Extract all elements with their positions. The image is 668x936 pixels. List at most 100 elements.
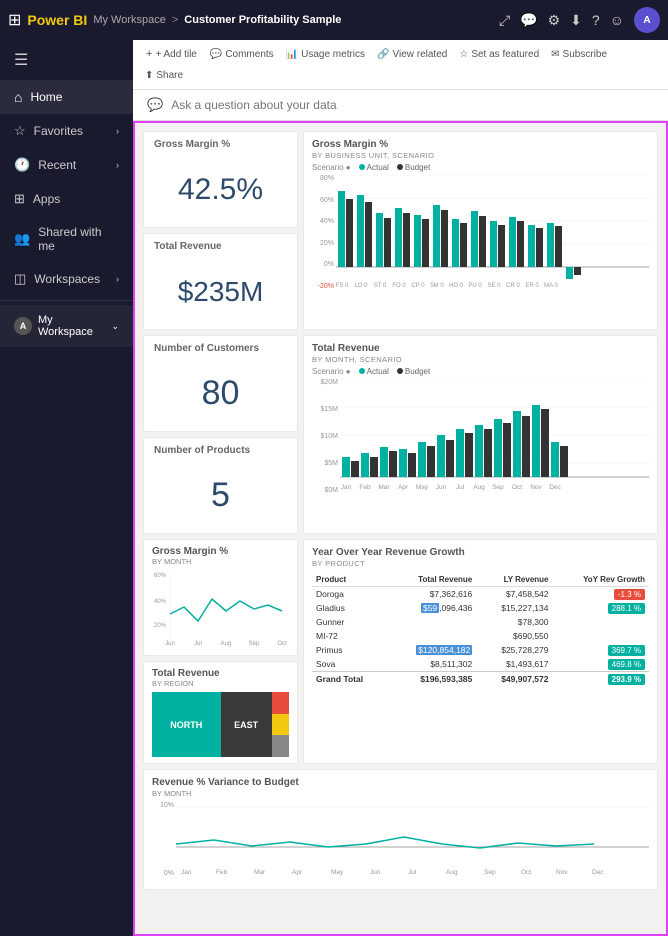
svg-text:20%: 20%	[154, 623, 167, 629]
help-icon[interactable]: ?	[592, 12, 600, 28]
svg-text:Mar: Mar	[378, 484, 390, 491]
svg-text:ER 0: ER 0	[525, 283, 539, 289]
sidebar-item-recent[interactable]: 🕐 Recent ›	[0, 148, 133, 182]
expand-icon[interactable]: ⤢	[499, 12, 510, 29]
svg-text:CP 0: CP 0	[411, 283, 425, 289]
variance-line-svg: Jan Feb Mar Apr May Jun Jul Aug Sep Oct …	[176, 802, 649, 877]
num-customers-value: 80	[144, 356, 297, 431]
svg-text:Oct: Oct	[277, 641, 287, 647]
gross-margin-kpi-title: Gross Margin %	[144, 132, 297, 152]
topbar: ⊞ Power BI My Workspace > Customer Profi…	[0, 0, 668, 40]
region-north: NORTH	[152, 692, 221, 757]
gm-bar-chart-svg: FS 0 LO 0 ST 0 FO 0 CP 0 5M 0 HO 0 PU 0 …	[336, 175, 649, 290]
svg-text:Apr: Apr	[398, 484, 409, 491]
svg-text:Nov: Nov	[530, 484, 542, 491]
table-row: Primus $120,854,182 $25,728,279 369.7 %	[312, 643, 649, 657]
rev-chart-title: Total Revenue	[312, 343, 649, 354]
usage-metrics-button[interactable]: 📊 Usage metrics	[282, 46, 369, 63]
home-icon: ⌂	[14, 89, 22, 105]
report-title: Customer Profitability Sample	[184, 14, 341, 26]
share-button[interactable]: ⬆ Share	[141, 67, 187, 84]
svg-text:Jun: Jun	[436, 484, 447, 491]
svg-text:Aug: Aug	[473, 484, 485, 491]
num-products-value: 5	[144, 458, 297, 533]
svg-text:Sep: Sep	[484, 869, 496, 876]
comment-icon[interactable]: 💬	[520, 12, 537, 29]
table-row: Sova $8,511,302 $1,493,617 469.8 %	[312, 657, 649, 672]
svg-text:May: May	[331, 869, 344, 876]
workspaces-icon: ◫	[14, 271, 26, 287]
num-customers-title: Number of Customers	[144, 336, 297, 356]
region-r2	[272, 714, 289, 736]
gm-month-tile: Gross Margin % BY MONTH 60% 40% 20% Jun …	[143, 539, 298, 656]
avatar[interactable]: A	[634, 7, 660, 33]
table-row: MI-72 $690,550	[312, 629, 649, 643]
view-related-button[interactable]: 🔗 View related	[373, 46, 451, 63]
svg-text:Oct: Oct	[521, 869, 531, 876]
svg-text:Jul: Jul	[194, 641, 202, 647]
share-icon[interactable]: ☺	[610, 12, 624, 28]
svg-text:PU 0: PU 0	[468, 283, 482, 289]
gross-margin-chart-tile: Gross Margin % BY BUSINESS UNIT, SCENARI…	[303, 131, 658, 330]
row-3: Gross Margin % BY MONTH 60% 40% 20% Jun …	[143, 539, 658, 764]
sidebar-item-workspaces[interactable]: ◫ Workspaces ›	[0, 262, 133, 296]
content-area: + + Add tile 💬 Comments 📊 Usage metrics …	[133, 40, 668, 936]
sidebar-item-home[interactable]: ⌂ Home	[0, 80, 133, 114]
svg-text:40%: 40%	[154, 599, 167, 605]
hamburger-menu[interactable]: ☰	[0, 40, 133, 80]
add-tile-button[interactable]: + + Add tile	[141, 45, 202, 63]
region-east: EAST	[221, 692, 272, 757]
sidebar-item-my-workspace[interactable]: A My Workspace ⌄	[0, 305, 133, 347]
total-revenue-kpi-title: Total Revenue	[144, 234, 297, 254]
gm-legend-budget: Budget	[397, 163, 430, 172]
rev-y-axis: $20M$15M$10M$5M$0M	[312, 379, 340, 494]
sidebar-workspace-label: My Workspace	[38, 314, 105, 338]
gross-margin-kpi-value: 42.5%	[144, 152, 297, 227]
main-layout: ☰ ⌂ Home ☆ Favorites › 🕐 Recent › ⊞ Apps…	[0, 40, 668, 936]
sidebar-item-shared[interactable]: 👥 Shared with me	[0, 216, 133, 262]
favorites-icon: ☆	[14, 123, 26, 139]
svg-text:Mar: Mar	[254, 869, 266, 876]
rev-bar-chart-svg: Jan Feb Mar Apr May Jun Jul Aug Sep Oct	[340, 379, 649, 494]
sidebar-item-apps[interactable]: ⊞ Apps	[0, 182, 133, 216]
gm-legend-scenario: Scenario ●	[312, 163, 351, 172]
bottom-left-col: Gross Margin % BY MONTH 60% 40% 20% Jun …	[143, 539, 298, 764]
subscribe-icon: ✉	[551, 49, 559, 60]
view-related-icon: 🔗	[377, 49, 389, 60]
gm-y-axis: 80%60%40%20%0%-20%	[312, 175, 336, 290]
rev-chart-legend: Scenario ● Actual Budget	[312, 367, 649, 376]
sidebar-divider	[0, 300, 133, 301]
variance-chart-wrapper: 10% 0% Jan Feb Mar Apr May	[152, 802, 649, 882]
table-row-grand-total: Grand Total $196,593,385 $49,907,572 293…	[312, 672, 649, 687]
workspace-avatar: A	[14, 317, 32, 335]
gm-chart-subtitle: BY BUSINESS UNIT, SCENARIO	[312, 151, 649, 160]
download-icon[interactable]: ⬇	[570, 12, 582, 29]
svg-text:Feb: Feb	[359, 484, 371, 491]
subscribe-button[interactable]: ✉ Subscribe	[547, 46, 611, 63]
comments-button[interactable]: 💬 Comments	[206, 46, 278, 63]
variance-y-axis: 10% 0%	[152, 802, 176, 877]
breadcrumb-sep: >	[172, 14, 178, 26]
sidebar-item-home-label: Home	[30, 90, 62, 104]
total-revenue-kpi-tile: Total Revenue $235M	[143, 233, 298, 330]
svg-text:Jan: Jan	[181, 869, 192, 876]
workspace-link[interactable]: My Workspace	[93, 14, 166, 26]
ask-icon: 💬	[147, 97, 163, 113]
grid-icon[interactable]: ⊞	[8, 10, 21, 30]
region-subtitle: BY REGION	[152, 679, 289, 688]
svg-text:Aug: Aug	[446, 869, 458, 876]
svg-text:SE 0: SE 0	[487, 283, 501, 289]
sidebar-item-favorites-label: Favorites	[34, 124, 108, 138]
svg-text:Jul: Jul	[456, 484, 465, 491]
settings-icon[interactable]: ⚙	[548, 12, 561, 29]
ask-question-bar[interactable]: 💬 Ask a question about your data	[133, 90, 668, 121]
variance-title: Revenue % Variance to Budget	[152, 777, 649, 788]
svg-text:Jul: Jul	[408, 869, 417, 876]
region-tile: Total Revenue BY REGION NORTH EAST	[143, 661, 298, 764]
region-title: Total Revenue	[152, 668, 289, 679]
svg-text:MA 0: MA 0	[544, 283, 558, 289]
sidebar-item-favorites[interactable]: ☆ Favorites ›	[0, 114, 133, 148]
num-customers-kpi-tile: Number of Customers 80	[143, 335, 298, 432]
variance-subtitle: BY MONTH	[152, 789, 649, 798]
set-featured-button[interactable]: ☆ Set as featured	[455, 46, 543, 63]
